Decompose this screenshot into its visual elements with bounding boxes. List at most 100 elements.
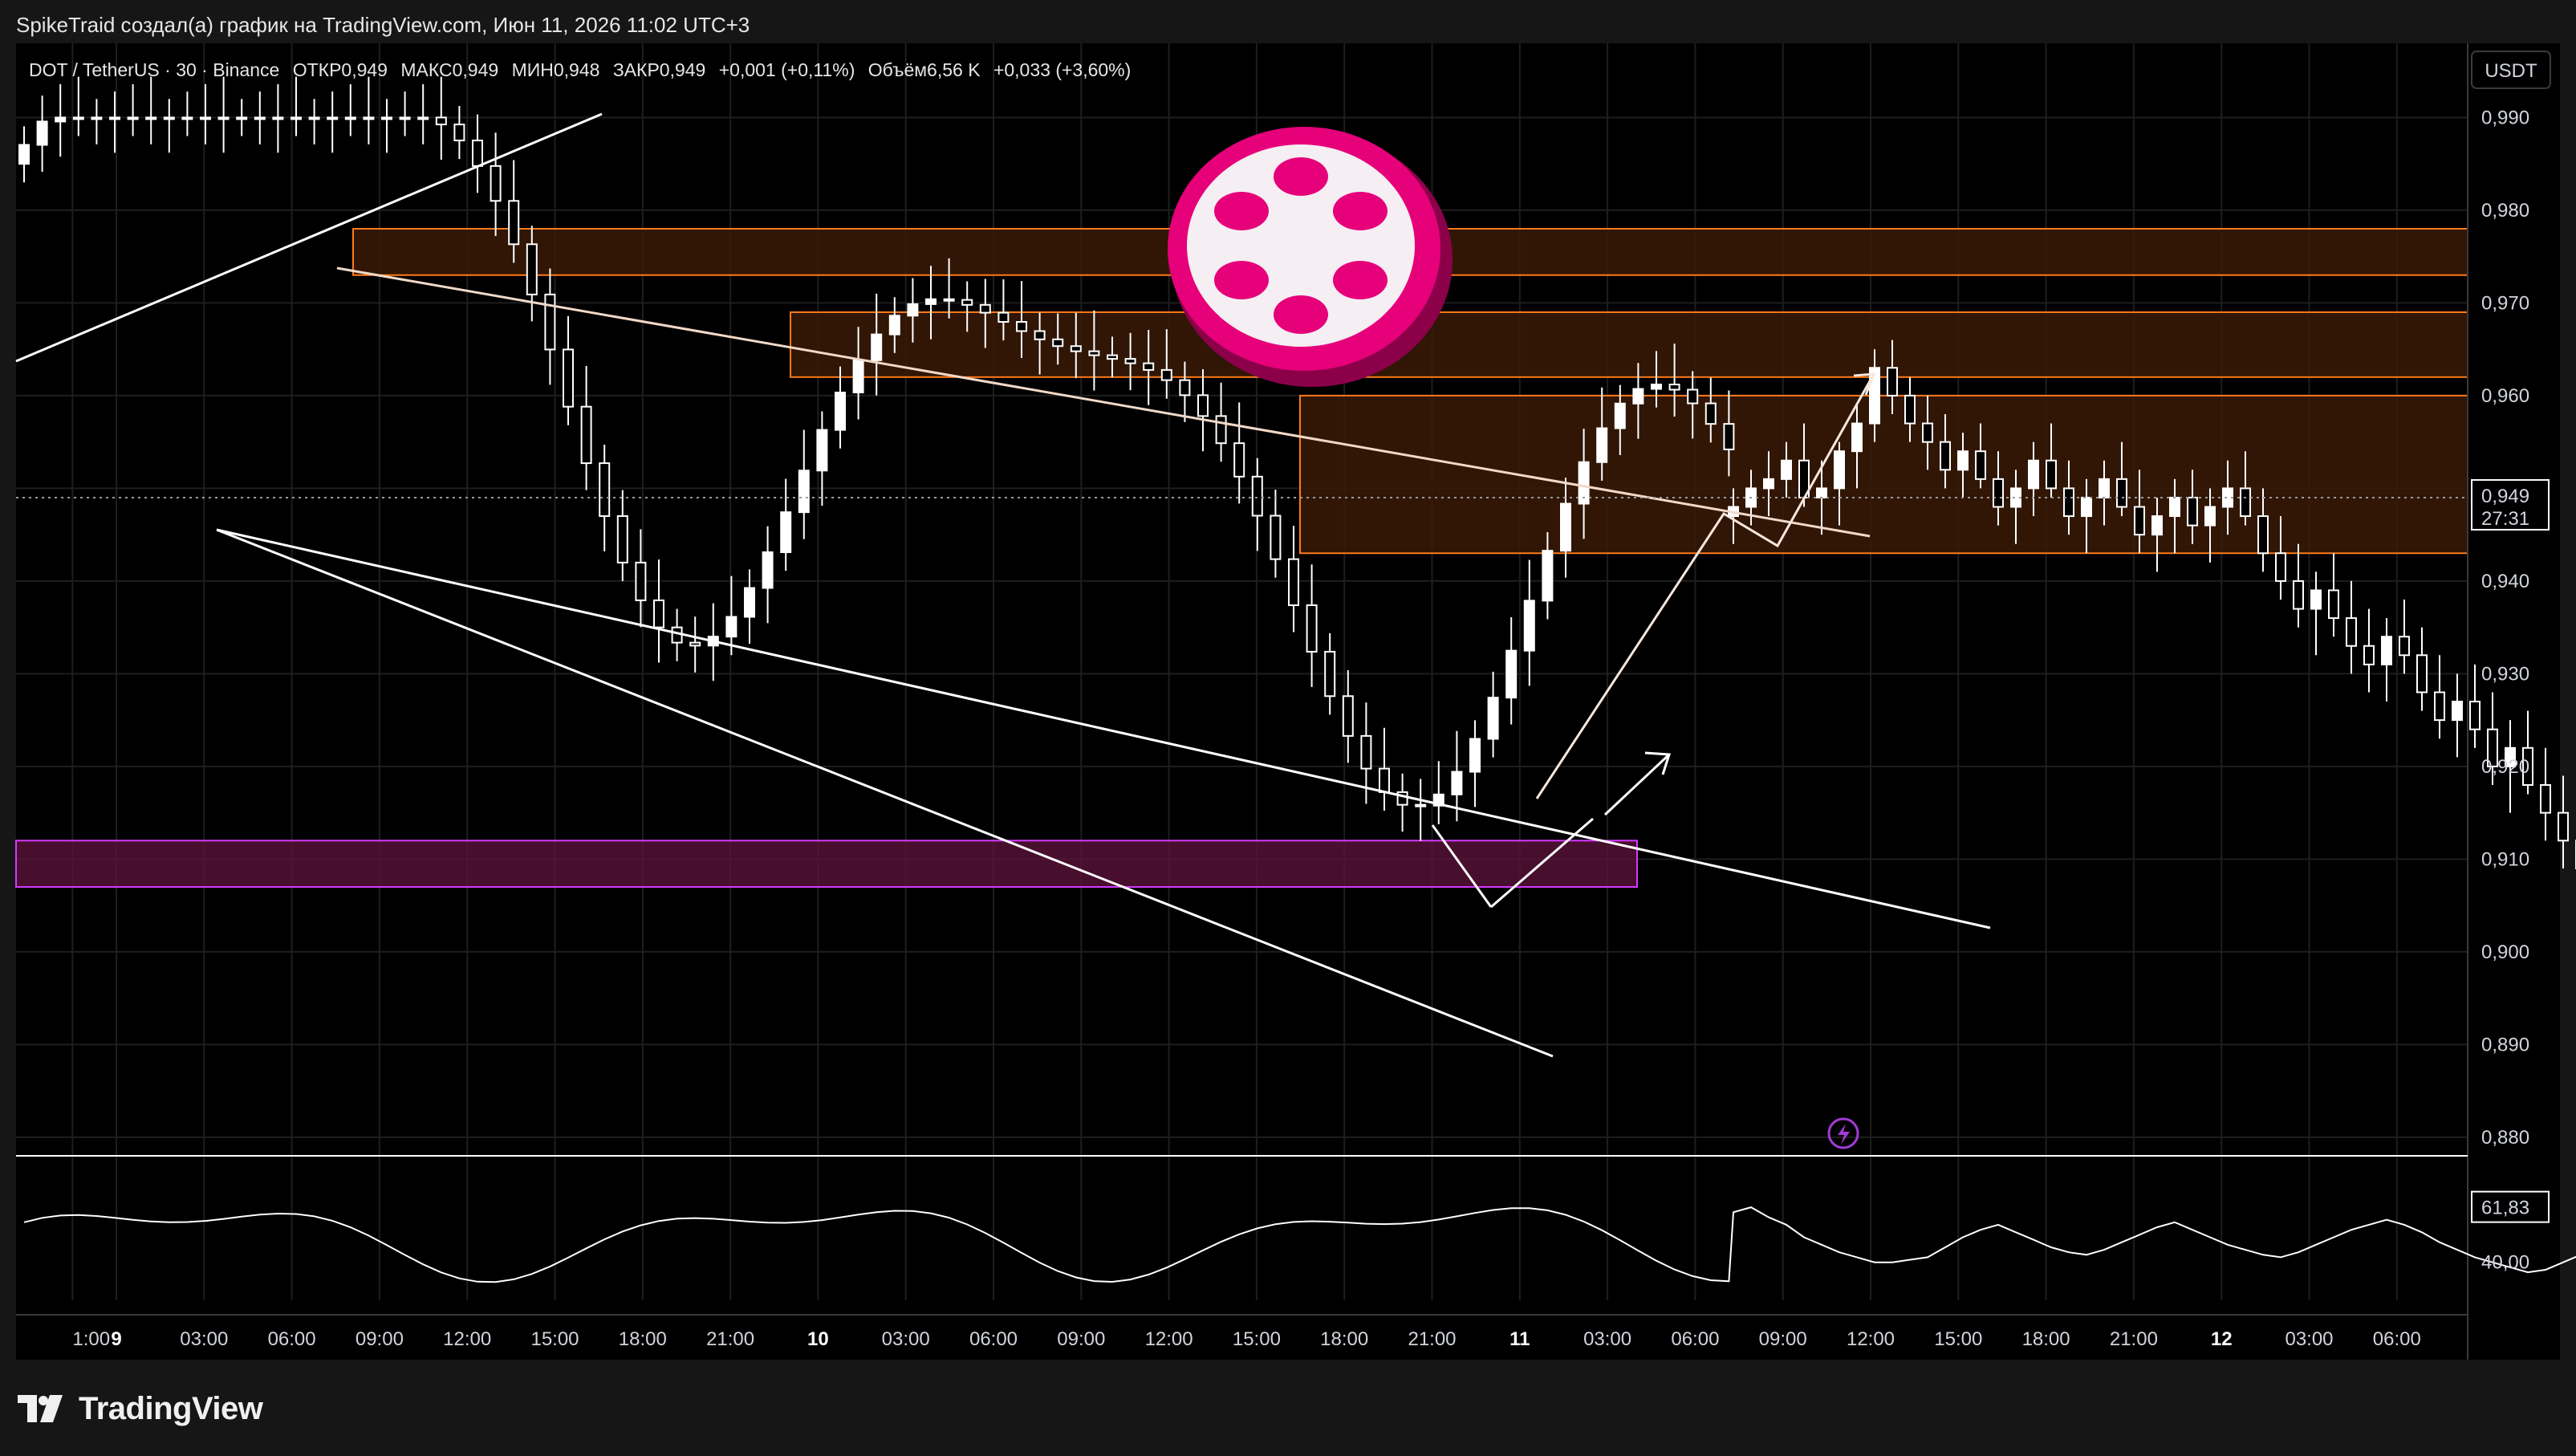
candle-body	[272, 116, 284, 120]
footer-bar	[0, 1360, 2576, 1456]
support-zone	[15, 840, 1638, 889]
candle-body	[1940, 441, 1951, 471]
legend-symbol[interactable]: DOT / TetherUS · 30 · Binance	[29, 59, 279, 80]
price-tick-label: 0,960	[2481, 385, 2529, 407]
price-tick-label: 0,940	[2481, 571, 2529, 592]
price-tick-label: 0,920	[2481, 756, 2529, 778]
candle-body	[344, 116, 356, 120]
candle-body	[1560, 502, 1571, 552]
candle-body	[1781, 459, 1792, 480]
candle-body	[1723, 423, 1735, 450]
candle-body	[635, 561, 647, 601]
candle-body	[1233, 442, 1245, 478]
wedge-lower-line-2	[216, 528, 1554, 1058]
candle-body	[508, 200, 520, 246]
candle-body	[1379, 767, 1390, 793]
resistance-zone-low	[1299, 394, 2468, 555]
oscillator-tick-label: 40,00	[2481, 1252, 2529, 1274]
candle-body	[2046, 459, 2057, 490]
candle-body	[2028, 459, 2039, 490]
time-tick-label: 9	[111, 1328, 121, 1350]
candle-body	[1469, 738, 1481, 773]
candle-body	[580, 405, 592, 465]
candle-body	[1288, 558, 1299, 607]
candle-body	[871, 333, 883, 361]
candle-body	[2204, 506, 2216, 527]
candle-body	[907, 303, 919, 317]
tradingview-logo[interactable]: TradingView	[18, 1389, 263, 1429]
time-tick-label: 06:00	[2373, 1328, 2421, 1350]
candle-body	[1016, 321, 1027, 332]
candle-body	[490, 165, 502, 202]
price-tick-label: 0,990	[2481, 107, 2529, 128]
candle-body	[1668, 384, 1680, 391]
candle-body	[798, 470, 810, 514]
time-tick-label: 12:00	[443, 1328, 491, 1350]
candle-body	[2151, 515, 2163, 536]
candle-body	[1834, 450, 1845, 490]
price-tick-label: 0,930	[2481, 663, 2529, 685]
time-tick-label: 03:00	[1583, 1328, 1631, 1350]
time-tick-label: 1:00	[72, 1328, 110, 1350]
time-tick-label: 11	[1509, 1328, 1530, 1350]
candle-body	[544, 293, 556, 351]
legend-open: ОТКР0,949	[292, 59, 388, 80]
candle-body	[308, 116, 320, 120]
oscillator-value-label: 61,83	[2481, 1198, 2529, 1219]
candle-body	[1415, 803, 1427, 807]
time-tick-label: 12:00	[1145, 1328, 1193, 1350]
candle-body	[1052, 338, 1064, 348]
candle-body	[616, 514, 628, 563]
candle-body	[163, 116, 175, 120]
time-tick-label: 18:00	[619, 1328, 667, 1350]
time-tick-label: 21:00	[2110, 1328, 2158, 1350]
candle-body	[1975, 450, 1986, 480]
candle-body	[453, 124, 465, 141]
time-tick-label: 03:00	[2285, 1328, 2333, 1350]
price-tick-label: 0,910	[2481, 848, 2529, 870]
time-tick-label: 21:00	[706, 1328, 754, 1350]
candle-body	[2469, 701, 2481, 730]
currency-label: USDT	[2485, 60, 2537, 82]
candle-body	[1324, 650, 1336, 697]
candle-body	[563, 348, 574, 408]
small-arrow-head-icon	[1644, 751, 1672, 775]
candle-body	[2540, 784, 2551, 814]
candle-body	[599, 462, 611, 517]
time-tick-label: 03:00	[180, 1328, 228, 1350]
candle-body	[2081, 496, 2092, 518]
last-price-label: 0,949	[2481, 486, 2529, 507]
candle-body	[1887, 367, 1898, 397]
candle-body	[145, 116, 157, 120]
candle-body	[2293, 580, 2304, 610]
candle-body	[2169, 496, 2180, 518]
candle-body	[236, 116, 248, 120]
candle-body	[472, 139, 483, 167]
legend-volume: Объём6,56 K	[867, 59, 981, 80]
legend-low: МИН0,948	[511, 59, 600, 80]
resistance-zone-mid	[790, 311, 2468, 378]
time-tick-label: 18:00	[1320, 1328, 1368, 1350]
candle-body	[72, 116, 84, 120]
oscillator-line	[23, 1206, 2576, 1283]
candle-body	[835, 392, 846, 431]
candle-body	[2116, 478, 2127, 508]
polkadot-dot	[1333, 261, 1388, 299]
candle-body	[1632, 388, 1644, 405]
candle-body	[381, 116, 392, 120]
candle-body	[689, 641, 701, 647]
price-tick-label: 0,970	[2481, 292, 2529, 314]
candle-body	[526, 243, 538, 295]
brand-name: TradingView	[79, 1390, 263, 1426]
candle-body	[435, 116, 447, 126]
candle-body	[1306, 604, 1318, 653]
chart-canvas[interactable]: USDT 0,990 0,980 0,970 0,960 0,940 0,930 0,920 0…	[0, 0, 2576, 1456]
candle-body	[2416, 654, 2428, 693]
candle-body	[961, 299, 973, 306]
price-tick-label: 0,890	[2481, 1034, 2529, 1055]
tradingview-logo-icon	[18, 1395, 63, 1422]
time-tick-label: 15:00	[1233, 1328, 1281, 1350]
candle-body	[1904, 394, 1916, 425]
candle-body	[127, 116, 139, 120]
candle-body	[1487, 697, 1499, 740]
